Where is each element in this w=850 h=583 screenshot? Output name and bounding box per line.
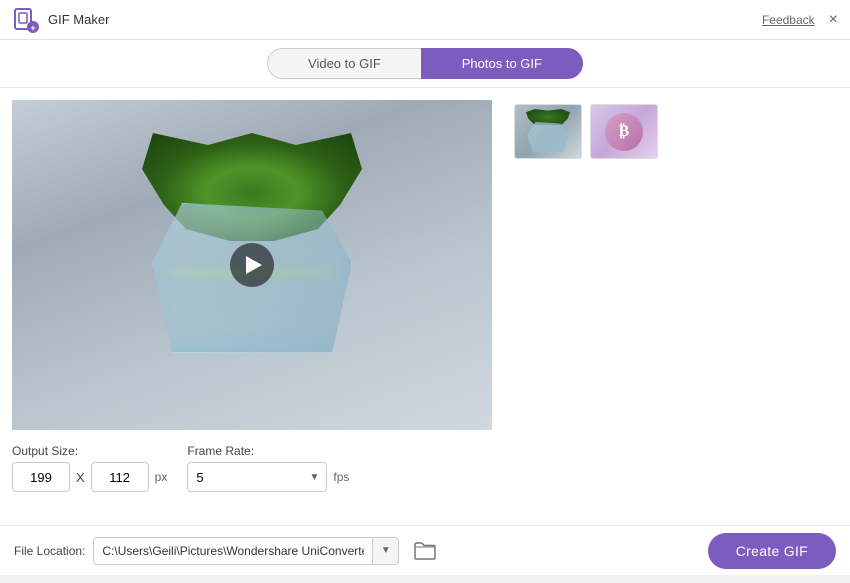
width-input[interactable]: [12, 462, 70, 492]
frame-rate-group: Frame Rate: 5 10 15 20 25 30 ▼ fps: [187, 444, 349, 492]
title-bar: + GIF Maker Feedback ×: [0, 0, 850, 40]
fps-select[interactable]: 5 10 15 20 25 30: [187, 462, 327, 492]
play-icon: [246, 256, 262, 274]
file-location-left: File Location: ▼: [14, 537, 439, 565]
video-content: [12, 100, 492, 430]
create-gif-button[interactable]: Create GIF: [708, 533, 836, 569]
px-label: px: [155, 470, 168, 484]
fps-row: 5 10 15 20 25 30 ▼ fps: [187, 462, 349, 492]
svg-text:+: +: [30, 23, 35, 33]
app-title: GIF Maker: [48, 12, 109, 27]
title-bar-right: Feedback ×: [762, 12, 838, 28]
play-button[interactable]: [230, 243, 274, 287]
feedback-link[interactable]: Feedback: [762, 13, 815, 27]
output-size-label: Output Size:: [12, 444, 167, 458]
file-path-input-wrap: ▼: [93, 537, 399, 565]
file-path-dropdown-button[interactable]: ▼: [373, 537, 399, 565]
fps-label: fps: [333, 470, 349, 484]
frame-rate-label: Frame Rate:: [187, 444, 349, 458]
thumbnail-2[interactable]: ₿: [590, 104, 658, 159]
thumbnails-row: ₿: [514, 104, 838, 159]
tab-video-to-gif[interactable]: Video to GIF: [267, 48, 421, 79]
output-size-group: Output Size: X px: [12, 444, 167, 492]
thumb-2-circle: ₿: [605, 113, 643, 151]
thumb-1-inner: [515, 105, 581, 158]
title-bar-left: + GIF Maker: [12, 6, 109, 34]
preview-area: Output Size: X px Frame Rate: 5 10 15: [12, 100, 502, 563]
close-button[interactable]: ×: [829, 12, 838, 28]
file-path-input[interactable]: [93, 537, 373, 565]
main-content: Output Size: X px Frame Rate: 5 10 15: [0, 88, 850, 575]
size-inputs: X px: [12, 462, 167, 492]
tab-bar: Video to GIF Photos to GIF: [0, 40, 850, 88]
x-separator: X: [76, 470, 85, 485]
fps-select-wrap: 5 10 15 20 25 30 ▼: [187, 462, 327, 492]
file-location-label: File Location:: [14, 544, 85, 558]
folder-browse-button[interactable]: [411, 537, 439, 565]
app-icon: +: [12, 6, 40, 34]
video-preview: [12, 100, 492, 430]
tab-photos-to-gif[interactable]: Photos to GIF: [421, 48, 583, 79]
thumbnail-1[interactable]: [514, 104, 582, 159]
folder-icon: [414, 542, 436, 560]
controls-row: Output Size: X px Frame Rate: 5 10 15: [12, 440, 502, 492]
height-input[interactable]: [91, 462, 149, 492]
file-location-bar: File Location: ▼ Create GIF: [0, 525, 850, 575]
right-panel: ₿: [514, 100, 838, 563]
